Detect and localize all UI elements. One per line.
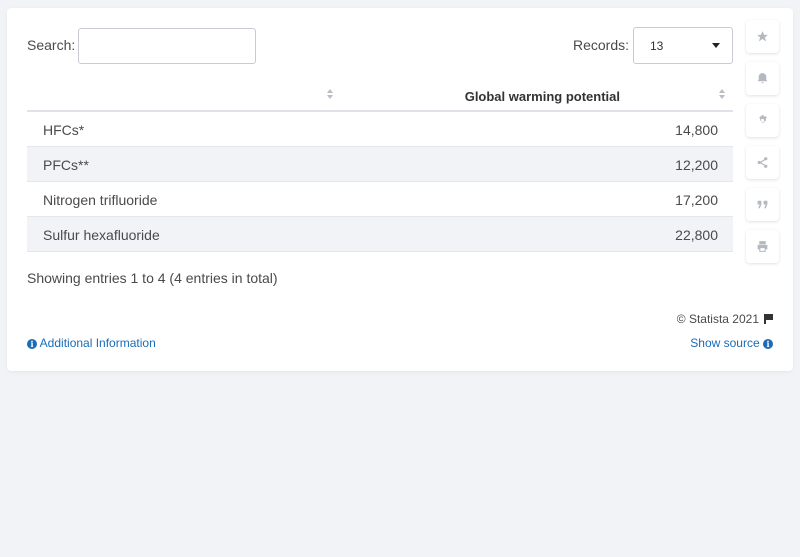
table-row: Nitrogen trifluoride 17,200 (27, 182, 733, 217)
additional-information-label: Additional Information (39, 336, 156, 350)
search-label: Search: (27, 37, 76, 53)
records-selected-value: 13 (650, 39, 664, 53)
print-icon (757, 241, 768, 252)
table-header: Global warming potential (27, 82, 733, 112)
notification-button[interactable] (746, 62, 779, 95)
sort-icon[interactable] (719, 89, 727, 101)
row-name: Nitrogen trifluoride (43, 192, 158, 208)
favorite-button[interactable] (746, 20, 779, 53)
table-row: HFCs* 14,800 (27, 112, 733, 147)
column-header-gwp[interactable]: Global warming potential (465, 89, 620, 104)
records-select[interactable]: 13 (633, 27, 733, 64)
action-sidebar (746, 20, 779, 272)
show-source-label: Show source (690, 336, 760, 350)
cite-button[interactable] (746, 188, 779, 221)
row-value: 12,200 (675, 157, 718, 173)
records-label: Records: (573, 37, 630, 53)
share-icon (757, 157, 768, 168)
show-source-link[interactable]: Show source i (690, 336, 773, 350)
search-input[interactable] (78, 28, 256, 64)
statistic-card: Search: Records: 13 Global warming poten… (7, 8, 793, 371)
table-row: PFCs** 12,200 (27, 147, 733, 182)
entries-summary: Showing entries 1 to 4 (4 entries in tot… (27, 270, 278, 286)
sort-icon[interactable] (327, 89, 335, 101)
row-name: Sulfur hexafluoride (43, 227, 160, 243)
quote-icon (757, 200, 768, 209)
settings-button[interactable] (746, 104, 779, 137)
row-value: 17,200 (675, 192, 718, 208)
info-icon: i (763, 339, 773, 349)
flag-icon[interactable] (764, 314, 773, 324)
print-button[interactable] (746, 230, 779, 263)
star-icon (757, 31, 768, 42)
share-button[interactable] (746, 146, 779, 179)
row-name: PFCs** (43, 157, 89, 173)
copyright-notice: © Statista 2021 (677, 312, 773, 326)
table-row: Sulfur hexafluoride 22,800 (27, 217, 733, 252)
bell-icon (757, 73, 768, 84)
additional-information-link[interactable]: i Additional Information (27, 336, 156, 350)
data-table: Global warming potential HFCs* 14,800 PF… (27, 82, 733, 252)
info-icon: i (27, 339, 37, 349)
row-value: 14,800 (675, 122, 718, 138)
caret-down-icon (712, 43, 720, 48)
row-name: HFCs* (43, 122, 85, 138)
copyright-text: © Statista 2021 (676, 312, 759, 326)
gear-icon (759, 115, 767, 123)
row-value: 22,800 (675, 227, 718, 243)
